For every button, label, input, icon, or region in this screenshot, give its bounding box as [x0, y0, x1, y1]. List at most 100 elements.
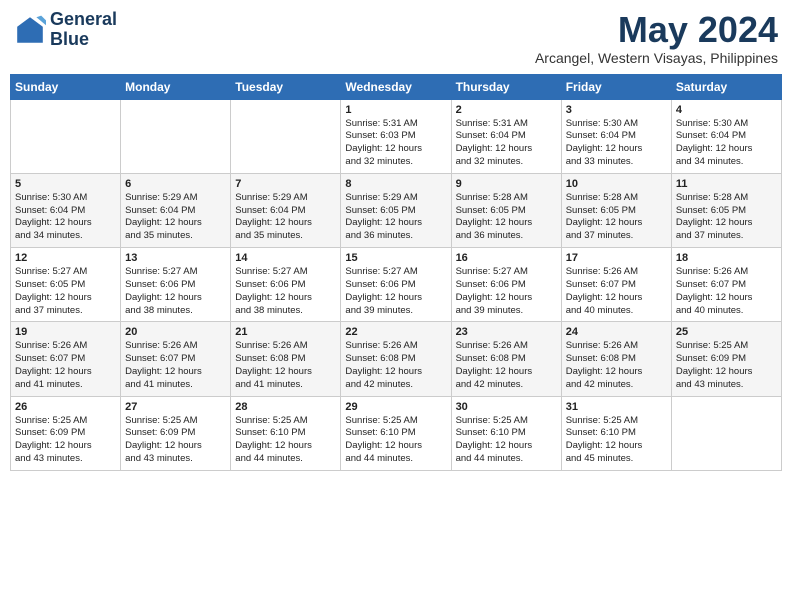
cell-content: Sunrise: 5:27 AM Sunset: 6:05 PM Dayligh… [15, 266, 116, 317]
calendar-cell [671, 396, 781, 470]
day-number: 20 [125, 326, 226, 338]
calendar-cell: 3 Sunrise: 5:30 AM Sunset: 6:04 PM Daylig… [561, 99, 671, 173]
cell-content: Sunrise: 5:31 AM Sunset: 6:04 PM Dayligh… [456, 118, 557, 169]
day-number: 15 [345, 252, 446, 264]
cell-content: Sunrise: 5:30 AM Sunset: 6:04 PM Dayligh… [15, 192, 116, 243]
calendar-week-3: 12Sunrise: 5:27 AM Sunset: 6:05 PM Dayli… [11, 248, 782, 322]
calendar-cell: 29Sunrise: 5:25 AM Sunset: 6:10 PM Dayli… [341, 396, 451, 470]
calendar-cell [11, 99, 121, 173]
day-number: 26 [15, 401, 116, 413]
logo-text: General Blue [50, 10, 117, 50]
calendar-cell: 24 Sunrise: 5:26 AM Sunset: 6:08 PM Dayli… [561, 322, 671, 396]
calendar-cell: 25Sunrise: 5:25 AM Sunset: 6:09 PM Dayli… [671, 322, 781, 396]
calendar-cell: 18Sunrise: 5:26 AM Sunset: 6:07 PM Dayli… [671, 248, 781, 322]
calendar-cell: 2Sunrise: 5:31 AM Sunset: 6:04 PM Daylig… [451, 99, 561, 173]
col-header-friday: Friday [561, 74, 671, 99]
calendar-header-row: SundayMondayTuesdayWednesdayThursdayFrid… [11, 74, 782, 99]
calendar-cell: 8 Sunrise: 5:29 AM Sunset: 6:05 PM Daylig… [341, 173, 451, 247]
logo-icon [14, 14, 46, 46]
calendar-table: SundayMondayTuesdayWednesdayThursdayFrid… [10, 74, 782, 471]
day-number: 4 [676, 104, 777, 116]
day-number: 13 [125, 252, 226, 264]
calendar-cell: 15 Sunrise: 5:27 AM Sunset: 6:06 PM Dayli… [341, 248, 451, 322]
title-block: May 2024 Arcangel, Western Visayas, Phil… [535, 10, 778, 66]
cell-content: Sunrise: 5:31 AM Sunset: 6:03 PM Dayligh… [345, 118, 446, 169]
calendar-cell: 30Sunrise: 5:25 AM Sunset: 6:10 PM Dayli… [451, 396, 561, 470]
calendar-week-5: 26 Sunrise: 5:25 AM Sunset: 6:09 PM Dayli… [11, 396, 782, 470]
calendar-cell: 27Sunrise: 5:25 AM Sunset: 6:09 PM Dayli… [121, 396, 231, 470]
calendar-cell: 20 Sunrise: 5:26 AM Sunset: 6:07 PM Dayli… [121, 322, 231, 396]
calendar-cell: 10Sunrise: 5:28 AM Sunset: 6:05 PM Dayli… [561, 173, 671, 247]
calendar-cell: 5 Sunrise: 5:30 AM Sunset: 6:04 PM Daylig… [11, 173, 121, 247]
col-header-thursday: Thursday [451, 74, 561, 99]
col-header-tuesday: Tuesday [231, 74, 341, 99]
day-number: 6 [125, 178, 226, 190]
cell-content: Sunrise: 5:25 AM Sunset: 6:10 PM Dayligh… [235, 415, 336, 466]
cell-content: Sunrise: 5:26 AM Sunset: 6:08 PM Dayligh… [235, 340, 336, 391]
cell-content: Sunrise: 5:29 AM Sunset: 6:04 PM Dayligh… [235, 192, 336, 243]
month-title: May 2024 [535, 10, 778, 50]
calendar-cell: 21 Sunrise: 5:26 AM Sunset: 6:08 PM Dayli… [231, 322, 341, 396]
day-number: 3 [566, 104, 667, 116]
calendar-cell: 22 Sunrise: 5:26 AM Sunset: 6:08 PM Dayli… [341, 322, 451, 396]
col-header-saturday: Saturday [671, 74, 781, 99]
cell-content: Sunrise: 5:25 AM Sunset: 6:10 PM Dayligh… [456, 415, 557, 466]
calendar-cell: 12Sunrise: 5:27 AM Sunset: 6:05 PM Dayli… [11, 248, 121, 322]
day-number: 1 [345, 104, 446, 116]
calendar-cell: 31 Sunrise: 5:25 AM Sunset: 6:10 PM Dayli… [561, 396, 671, 470]
cell-content: Sunrise: 5:26 AM Sunset: 6:08 PM Dayligh… [566, 340, 667, 391]
cell-content: Sunrise: 5:25 AM Sunset: 6:10 PM Dayligh… [345, 415, 446, 466]
cell-content: Sunrise: 5:26 AM Sunset: 6:07 PM Dayligh… [125, 340, 226, 391]
calendar-cell [121, 99, 231, 173]
day-number: 7 [235, 178, 336, 190]
cell-content: Sunrise: 5:28 AM Sunset: 6:05 PM Dayligh… [676, 192, 777, 243]
cell-content: Sunrise: 5:26 AM Sunset: 6:08 PM Dayligh… [456, 340, 557, 391]
day-number: 27 [125, 401, 226, 413]
cell-content: Sunrise: 5:27 AM Sunset: 6:06 PM Dayligh… [456, 266, 557, 317]
cell-content: Sunrise: 5:30 AM Sunset: 6:04 PM Dayligh… [566, 118, 667, 169]
calendar-cell: 11 Sunrise: 5:28 AM Sunset: 6:05 PM Dayli… [671, 173, 781, 247]
calendar-cell: 19 Sunrise: 5:26 AM Sunset: 6:07 PM Dayli… [11, 322, 121, 396]
day-number: 21 [235, 326, 336, 338]
day-number: 19 [15, 326, 116, 338]
col-header-wednesday: Wednesday [341, 74, 451, 99]
day-number: 22 [345, 326, 446, 338]
day-number: 5 [15, 178, 116, 190]
col-header-monday: Monday [121, 74, 231, 99]
calendar-cell: 4Sunrise: 5:30 AM Sunset: 6:04 PM Daylig… [671, 99, 781, 173]
calendar-cell: 1 Sunrise: 5:31 AM Sunset: 6:03 PM Daylig… [341, 99, 451, 173]
cell-content: Sunrise: 5:26 AM Sunset: 6:07 PM Dayligh… [15, 340, 116, 391]
calendar-week-2: 5 Sunrise: 5:30 AM Sunset: 6:04 PM Daylig… [11, 173, 782, 247]
day-number: 11 [676, 178, 777, 190]
calendar-cell: 17 Sunrise: 5:26 AM Sunset: 6:07 PM Dayli… [561, 248, 671, 322]
calendar-week-1: 1 Sunrise: 5:31 AM Sunset: 6:03 PM Daylig… [11, 99, 782, 173]
cell-content: Sunrise: 5:28 AM Sunset: 6:05 PM Dayligh… [566, 192, 667, 243]
cell-content: Sunrise: 5:26 AM Sunset: 6:07 PM Dayligh… [566, 266, 667, 317]
cell-content: Sunrise: 5:29 AM Sunset: 6:05 PM Dayligh… [345, 192, 446, 243]
day-number: 17 [566, 252, 667, 264]
logo: General Blue [14, 10, 117, 50]
cell-content: Sunrise: 5:28 AM Sunset: 6:05 PM Dayligh… [456, 192, 557, 243]
cell-content: Sunrise: 5:25 AM Sunset: 6:09 PM Dayligh… [15, 415, 116, 466]
day-number: 14 [235, 252, 336, 264]
calendar-cell: 16 Sunrise: 5:27 AM Sunset: 6:06 PM Dayli… [451, 248, 561, 322]
cell-content: Sunrise: 5:26 AM Sunset: 6:08 PM Dayligh… [345, 340, 446, 391]
day-number: 31 [566, 401, 667, 413]
cell-content: Sunrise: 5:25 AM Sunset: 6:10 PM Dayligh… [566, 415, 667, 466]
day-number: 25 [676, 326, 777, 338]
day-number: 8 [345, 178, 446, 190]
page-header: General Blue May 2024 Arcangel, Western … [10, 10, 782, 66]
calendar-cell: 28 Sunrise: 5:25 AM Sunset: 6:10 PM Dayli… [231, 396, 341, 470]
calendar-cell [231, 99, 341, 173]
day-number: 24 [566, 326, 667, 338]
day-number: 23 [456, 326, 557, 338]
calendar-cell: 13Sunrise: 5:27 AM Sunset: 6:06 PM Dayli… [121, 248, 231, 322]
calendar-cell: 6Sunrise: 5:29 AM Sunset: 6:04 PM Daylig… [121, 173, 231, 247]
calendar-cell: 26 Sunrise: 5:25 AM Sunset: 6:09 PM Dayli… [11, 396, 121, 470]
day-number: 28 [235, 401, 336, 413]
day-number: 16 [456, 252, 557, 264]
cell-content: Sunrise: 5:27 AM Sunset: 6:06 PM Dayligh… [345, 266, 446, 317]
calendar-cell: 14Sunrise: 5:27 AM Sunset: 6:06 PM Dayli… [231, 248, 341, 322]
calendar-cell: 23 Sunrise: 5:26 AM Sunset: 6:08 PM Dayli… [451, 322, 561, 396]
calendar-week-4: 19 Sunrise: 5:26 AM Sunset: 6:07 PM Dayli… [11, 322, 782, 396]
